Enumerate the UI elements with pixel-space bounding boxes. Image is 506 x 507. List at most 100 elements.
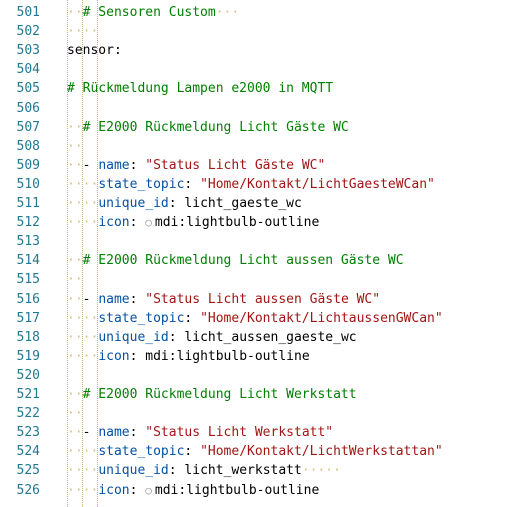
line-number: 514: [16, 253, 40, 269]
plain-text: :: [129, 482, 146, 498]
code-line[interactable]: ··: [67, 139, 83, 154]
plain-text: :: [168, 329, 185, 345]
code-line[interactable]: ··: [67, 406, 83, 421]
line-number: 524: [16, 444, 40, 460]
plain-text: :: [129, 157, 146, 173]
whitespace-marker: ····: [67, 176, 99, 192]
whitespace-marker: ··: [67, 5, 83, 20]
lightbulb-icon: ○: [145, 216, 152, 230]
code-line[interactable]: ··: [67, 272, 83, 287]
whitespace-marker: ··: [67, 138, 83, 154]
plain-text: :: [129, 348, 146, 364]
whitespace-marker: ····: [67, 215, 99, 231]
whitespace-marker: ··: [67, 406, 83, 422]
code-line[interactable]: ··- name: "Status Licht Werkstatt": [67, 425, 333, 440]
plain-text: :: [168, 196, 185, 211]
plain-text: mdi:lightbulb-outline: [154, 215, 320, 231]
line-number: 502: [16, 24, 40, 40]
yaml-key: unique_id: [98, 196, 169, 211]
code-line[interactable]: ····unique_id: licht_werkstatt·····: [67, 463, 341, 478]
whitespace-marker: ··: [67, 272, 83, 288]
list-dash: -: [82, 157, 99, 173]
yaml-key: name: [98, 291, 130, 307]
code-line[interactable]: sensor:: [67, 43, 122, 58]
plain-text: :: [184, 444, 201, 460]
code-line[interactable]: ····state_topic: "Home/Kontakt/LichtWerk…: [67, 444, 443, 459]
code-line[interactable]: ····state_topic: "Home/Kontakt/Lichtauss…: [67, 311, 443, 326]
whitespace-marker: ··: [67, 425, 83, 441]
comment-text: # Sensoren Custom: [82, 5, 216, 20]
plain-text: :: [168, 463, 185, 479]
line-number: 512: [16, 215, 40, 231]
comment-text: # E2000 Rückmeldung Licht aussen Gäste W…: [82, 253, 404, 269]
whitespace-marker: ·····: [301, 463, 341, 479]
code-line[interactable]: # Rückmeldung Lampen e2000 in MQTT: [67, 81, 333, 96]
code-line[interactable]: ····icon: ○ mdi:lightbulb-outline: [67, 215, 319, 230]
code-line[interactable]: ··- name: "Status Licht Gäste WC": [67, 158, 325, 173]
code-line[interactable]: ··# E2000 Rückmeldung Licht Gäste WC: [67, 120, 349, 135]
line-number: 518: [16, 329, 40, 345]
plain-text: licht_aussen_gaeste_wc: [184, 329, 357, 345]
plain-text: mdi:lightbulb-outline: [145, 348, 310, 364]
code-editor[interactable]: 501 502 503 504 505 506 507 508 509 510 511 512 513 5…: [0, 0, 506, 507]
code-line[interactable]: ··- name: "Status Licht aussen Gäste WC": [67, 292, 380, 307]
whitespace-marker: ····: [67, 329, 99, 345]
yaml-key: state_topic: [98, 444, 185, 460]
plain-text: :: [129, 215, 146, 231]
line-number: 517: [16, 310, 40, 326]
plain-text: :: [184, 310, 201, 326]
code-line[interactable]: ····: [67, 24, 98, 39]
line-number: 506: [16, 100, 40, 116]
line-number: 504: [16, 62, 40, 78]
string-value: "Status Licht Werkstatt": [145, 425, 334, 441]
line-number: 505: [16, 81, 40, 97]
yaml-key: state_topic: [98, 176, 185, 192]
code-line[interactable]: ····unique_id: licht_gaeste_wc: [67, 196, 302, 211]
line-number: 525: [16, 463, 40, 479]
plain-text: :: [129, 291, 146, 307]
plain-text: licht_gaeste_wc: [184, 196, 302, 211]
yaml-key: icon: [98, 482, 130, 498]
plain-text: :: [184, 176, 201, 192]
string-value: "Home/Kontakt/LichtWerkstattan": [200, 444, 443, 460]
line-number: 526: [16, 482, 40, 498]
yaml-key: name: [98, 157, 130, 173]
yaml-key: icon: [98, 215, 130, 231]
whitespace-marker: ····: [67, 310, 99, 326]
string-value: "Status Licht Gäste WC": [145, 157, 326, 173]
code-line[interactable]: ··# Sensoren Custom···: [67, 5, 239, 20]
yaml-key: state_topic: [98, 310, 185, 326]
line-number: 509: [16, 157, 40, 173]
code-line[interactable]: ····unique_id: licht_aussen_gaeste_wc: [67, 330, 357, 345]
comment-text: # Rückmeldung Lampen e2000 in MQTT: [67, 81, 334, 97]
whitespace-marker: ····: [67, 348, 99, 364]
code-line[interactable]: ··# E2000 Rückmeldung Licht Werkstatt: [67, 387, 357, 402]
line-number: 523: [16, 425, 40, 441]
line-number: 507: [16, 119, 40, 135]
code-line[interactable]: ····state_topic: "Home/Kontakt/LichtGaes…: [67, 177, 435, 192]
whitespace-marker: ··: [67, 253, 83, 269]
yaml-key: unique_id: [98, 463, 169, 479]
yaml-key: name: [98, 425, 130, 441]
whitespace-marker: ··: [67, 291, 83, 307]
plain-text: mdi:lightbulb-outline: [154, 482, 320, 498]
line-number: 520: [16, 367, 40, 383]
line-number: 501: [16, 5, 40, 20]
line-number: 521: [16, 387, 40, 402]
whitespace-marker: ··: [67, 157, 83, 173]
plain-text: :: [129, 425, 146, 441]
line-number: 511: [16, 196, 40, 211]
whitespace-marker: ····: [67, 482, 99, 498]
line-number: 519: [16, 348, 40, 364]
string-value: "Home/Kontakt/LichtaussenGWCan": [200, 310, 443, 326]
whitespace-marker: ····: [67, 463, 99, 479]
string-value: "Home/Kontakt/LichtGaesteWCan": [200, 176, 435, 192]
code-line[interactable]: ····icon: mdi:lightbulb-outline: [67, 349, 310, 364]
code-line[interactable]: ····icon: ○ mdi:lightbulb-outline: [67, 483, 319, 498]
list-dash: -: [82, 425, 99, 441]
plain-text: sensor:: [67, 43, 122, 59]
whitespace-marker: ····: [67, 196, 99, 211]
line-number: 522: [16, 406, 40, 422]
list-dash: -: [82, 291, 99, 307]
code-line[interactable]: ··# E2000 Rückmeldung Licht aussen Gäste…: [67, 253, 404, 268]
